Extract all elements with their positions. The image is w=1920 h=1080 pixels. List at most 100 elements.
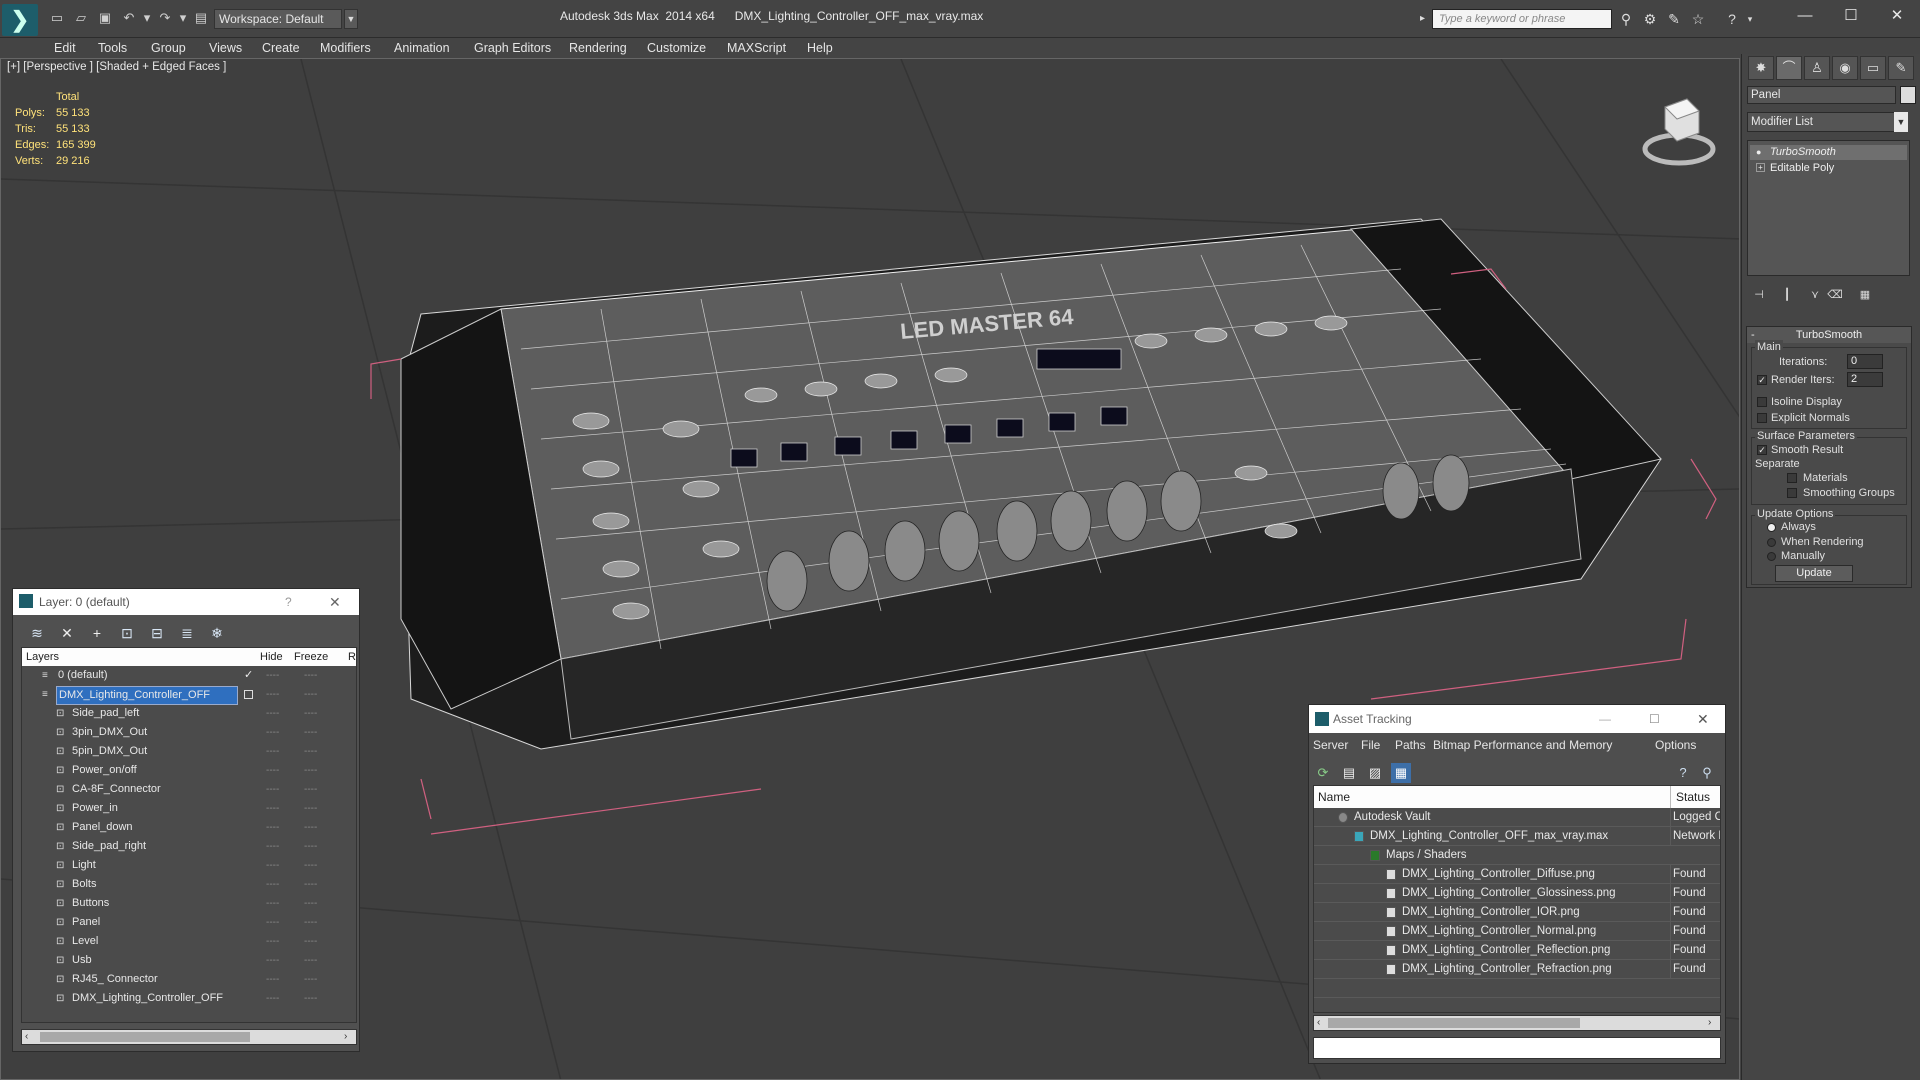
menu-maxscript[interactable]: MAXScript xyxy=(727,38,786,58)
freeze-toggle[interactable]: ---- xyxy=(304,932,317,951)
object-name-field[interactable]: Panel xyxy=(1747,86,1896,104)
layer-row[interactable]: ⊡ DMX_Lighting_Controller_OFF ---- ---- xyxy=(22,989,356,1008)
hide-toggle[interactable]: ---- xyxy=(266,818,279,837)
undo-icon[interactable]: ↶ xyxy=(120,10,138,26)
layer-row[interactable]: ⊡ CA-8F_Connector ---- ---- xyxy=(22,780,356,799)
communication-icon[interactable]: ✎ xyxy=(1664,9,1684,29)
scroll-left-icon[interactable]: ‹ xyxy=(25,1030,28,1044)
layer-horizontal-scrollbar[interactable]: ‹ › xyxy=(21,1029,357,1045)
pin-stack-icon[interactable]: ⊣ xyxy=(1750,286,1768,304)
materials-checkbox[interactable] xyxy=(1787,473,1797,483)
project-folder-icon[interactable]: ▤ xyxy=(192,10,210,26)
smooth-result-checkbox[interactable]: ✓ xyxy=(1757,445,1767,455)
layer-row[interactable]: ⊡ Panel_down ---- ---- xyxy=(22,818,356,837)
asset-horizontal-scrollbar[interactable]: ‹ › xyxy=(1313,1015,1721,1031)
save-icon[interactable]: ▣ xyxy=(96,10,114,26)
hide-toggle[interactable]: ---- xyxy=(266,875,279,894)
create-tab-icon[interactable]: ✸ xyxy=(1748,56,1774,80)
hide-toggle[interactable]: ---- xyxy=(266,780,279,799)
layer-row[interactable]: ⊡ 3pin_DMX_Out ---- ---- xyxy=(22,723,356,742)
hierarchy-tab-icon[interactable]: ♙ xyxy=(1804,56,1830,80)
hide-toggle[interactable]: ---- xyxy=(266,666,279,685)
utilities-tab-icon[interactable]: ✎ xyxy=(1888,56,1914,80)
layer-row[interactable]: ⊡ Level ---- ---- xyxy=(22,932,356,951)
freeze-toggle[interactable]: ---- xyxy=(304,856,317,875)
isoline-display-checkbox[interactable] xyxy=(1757,397,1767,407)
menu-graph-editors[interactable]: Graph Editors xyxy=(474,38,551,58)
freeze-all-layers-icon[interactable]: ❄ xyxy=(207,623,227,643)
search-expand-icon[interactable]: ▸ xyxy=(1420,9,1432,29)
asset-menu-paths[interactable]: Paths xyxy=(1395,737,1426,753)
hide-toggle[interactable]: ---- xyxy=(266,894,279,913)
hide-toggle[interactable]: ---- xyxy=(266,913,279,932)
hide-toggle[interactable]: ---- xyxy=(266,799,279,818)
menu-customize[interactable]: Customize xyxy=(647,38,706,58)
freeze-toggle[interactable]: ---- xyxy=(304,894,317,913)
asset-scroll-thumb[interactable] xyxy=(1328,1018,1580,1028)
freeze-toggle[interactable]: ---- xyxy=(304,666,317,685)
hide-toggle[interactable]: ---- xyxy=(266,951,279,970)
help-dropdown-icon[interactable]: ▾ xyxy=(1740,9,1760,29)
freeze-toggle[interactable]: ---- xyxy=(304,761,317,780)
layer-row[interactable]: ⊡ Side_pad_left ---- ---- xyxy=(22,704,356,723)
close-button[interactable]: ✕ xyxy=(1874,4,1920,28)
freeze-toggle[interactable]: ---- xyxy=(304,818,317,837)
menu-group[interactable]: Group xyxy=(151,38,186,58)
favorites-star-icon[interactable]: ☆ xyxy=(1688,9,1708,29)
viewport-label[interactable]: [+] [Perspective ] [Shaded + Edged Faces… xyxy=(7,61,226,73)
render-iters-checkbox[interactable]: ✓ xyxy=(1757,375,1767,385)
asset-row[interactable]: DMX_Lighting_Controller_OFF_max_vray.max… xyxy=(1314,827,1720,846)
hide-toggle[interactable]: ---- xyxy=(266,837,279,856)
menu-animation[interactable]: Animation xyxy=(394,38,450,58)
layer-row[interactable]: ⊡ Light ---- ---- xyxy=(22,856,356,875)
explicit-normals-checkbox[interactable] xyxy=(1757,413,1767,423)
asset-menu-file[interactable]: File xyxy=(1361,737,1380,753)
hide-toggle[interactable]: ---- xyxy=(266,704,279,723)
render-iters-spinner[interactable]: 2 xyxy=(1847,372,1883,387)
freeze-toggle[interactable]: ---- xyxy=(304,723,317,742)
lightbulb-icon[interactable]: ● xyxy=(1756,145,1761,160)
list-view-icon[interactable]: ▤ xyxy=(1339,763,1359,783)
make-unique-icon[interactable]: ⋎ xyxy=(1806,286,1824,304)
object-color-swatch[interactable] xyxy=(1900,86,1916,104)
asset-row[interactable]: DMX_Lighting_Controller_Glossiness.png Fo… xyxy=(1314,884,1720,903)
menu-tools[interactable]: Tools xyxy=(98,38,127,58)
redo-dropdown-icon[interactable]: ▾ xyxy=(174,10,192,26)
freeze-toggle[interactable]: ---- xyxy=(304,970,317,989)
asset-row[interactable]: DMX_Lighting_Controller_Diffuse.png Found xyxy=(1314,865,1720,884)
layer-row[interactable]: ⊡ Bolts ---- ---- xyxy=(22,875,356,894)
thumbnail-view-icon[interactable]: ▨ xyxy=(1365,763,1385,783)
freeze-toggle[interactable]: ---- xyxy=(304,837,317,856)
stack-item-turbosmooth[interactable]: ● TurboSmooth xyxy=(1750,145,1907,160)
asset-menu-bitmap-performance[interactable]: Bitmap Performance and Memory xyxy=(1433,737,1612,753)
scroll-right-icon[interactable]: › xyxy=(344,1030,347,1044)
stack-item-editable-poly[interactable]: + Editable Poly xyxy=(1750,161,1907,176)
motion-tab-icon[interactable]: ◉ xyxy=(1832,56,1858,80)
menu-create[interactable]: Create xyxy=(262,38,300,58)
asset-col-name[interactable]: Name xyxy=(1318,786,1350,808)
menu-rendering[interactable]: Rendering xyxy=(569,38,627,58)
select-objects-icon[interactable]: ⊡ xyxy=(117,623,137,643)
layer-row[interactable]: ⊡ Usb ---- ---- xyxy=(22,951,356,970)
freeze-toggle[interactable]: ---- xyxy=(304,799,317,818)
modifier-list-dropdown[interactable]: Modifier List xyxy=(1747,112,1908,132)
layer-row[interactable]: ⊡ RJ45_ Connector ---- ---- xyxy=(22,970,356,989)
display-tab-icon[interactable]: ▭ xyxy=(1860,56,1886,80)
app-logo-icon[interactable]: ❯ xyxy=(2,4,38,36)
col-hide[interactable]: Hide xyxy=(260,648,283,666)
freeze-toggle[interactable]: ---- xyxy=(304,742,317,761)
help-icon[interactable]: ? xyxy=(1722,9,1742,29)
refresh-icon[interactable]: ⟳ xyxy=(1313,763,1333,783)
layer-row[interactable]: ⊡ Power_in ---- ---- xyxy=(22,799,356,818)
smoothing-groups-checkbox[interactable] xyxy=(1787,488,1797,498)
layer-row[interactable]: ⊡ Buttons ---- ---- xyxy=(22,894,356,913)
search-input[interactable]: Type a keyword or phrase xyxy=(1432,9,1612,29)
always-radio[interactable] xyxy=(1767,523,1776,532)
asset-close-button[interactable]: ✕ xyxy=(1697,705,1709,733)
hide-toggle[interactable]: ---- xyxy=(266,761,279,780)
asset-col-status[interactable]: Status xyxy=(1676,786,1710,808)
asset-menu-options[interactable]: Options xyxy=(1655,737,1696,753)
layer-row[interactable]: ≡ 0 (default) ✓ ---- ---- xyxy=(22,666,356,685)
hide-toggle[interactable]: ---- xyxy=(266,970,279,989)
layer-row[interactable]: ⊡ Power_on/off ---- ---- xyxy=(22,761,356,780)
